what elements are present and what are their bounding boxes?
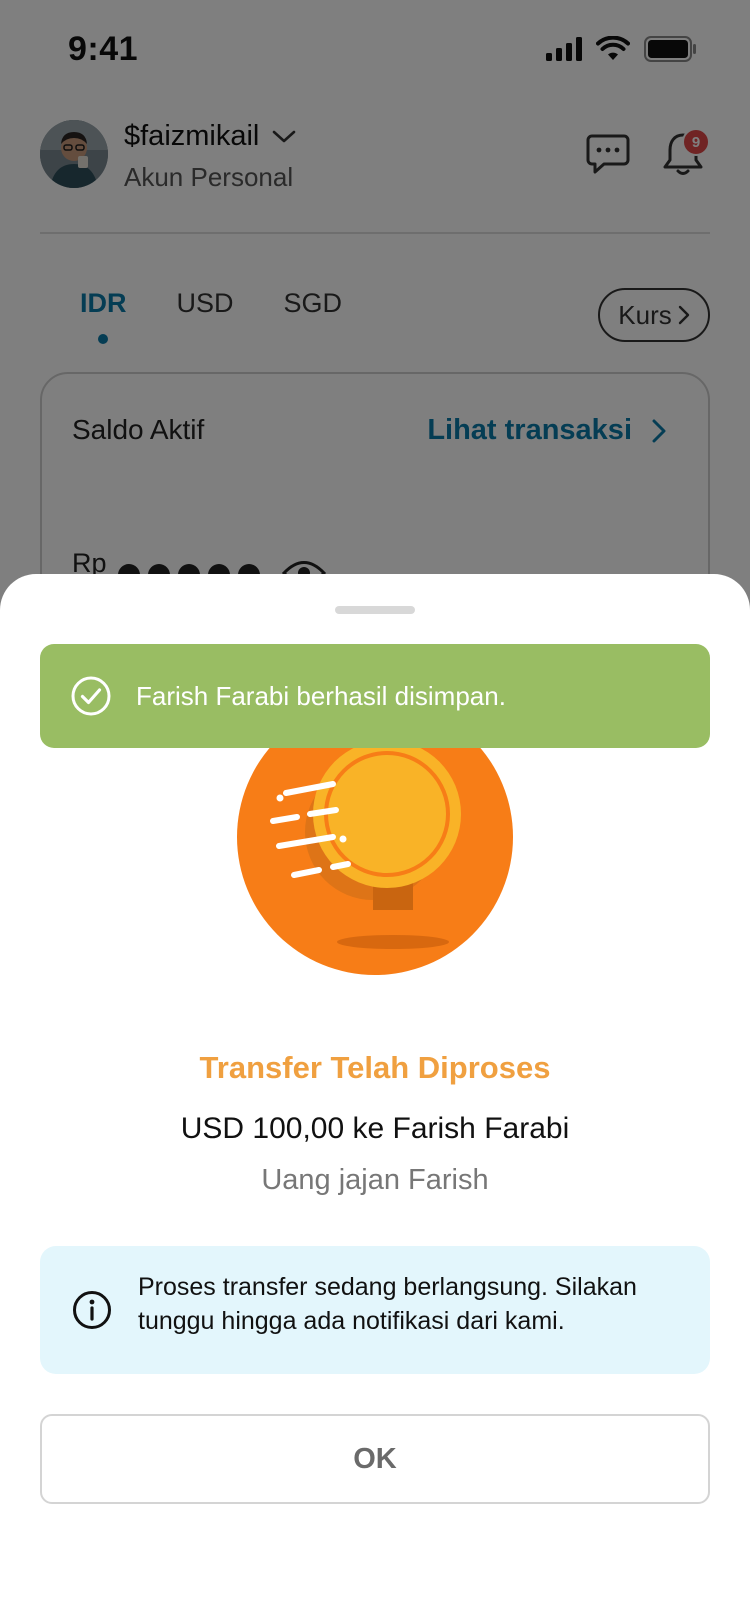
info-text: Proses transfer sedang berlangsung. Sila… <box>138 1273 637 1335</box>
screen: 9:41 <box>0 0 750 1624</box>
transfer-note: Uang jajan Farish <box>261 1164 489 1196</box>
ok-button[interactable]: OK <box>40 1414 710 1504</box>
result-amount: USD 100,00 ke Farish Farabi <box>180 1112 570 1145</box>
result-title: Transfer Telah Diproses <box>199 1050 551 1085</box>
toast-message: Farish Farabi berhasil disimpan. <box>136 680 506 711</box>
success-toast: Farish Farabi berhasil disimpan. <box>40 644 710 748</box>
info-box: Proses transfer sedang berlangsung. Sila… <box>40 1246 710 1374</box>
coin-transfer-illustration <box>237 726 513 975</box>
check-circle-icon <box>71 676 111 716</box>
sheet-drag-handle[interactable] <box>335 606 415 614</box>
info-icon <box>73 1291 111 1329</box>
bottom-sheet: Farish Farabi berhasil disimpan. Transfe… <box>0 574 750 1624</box>
